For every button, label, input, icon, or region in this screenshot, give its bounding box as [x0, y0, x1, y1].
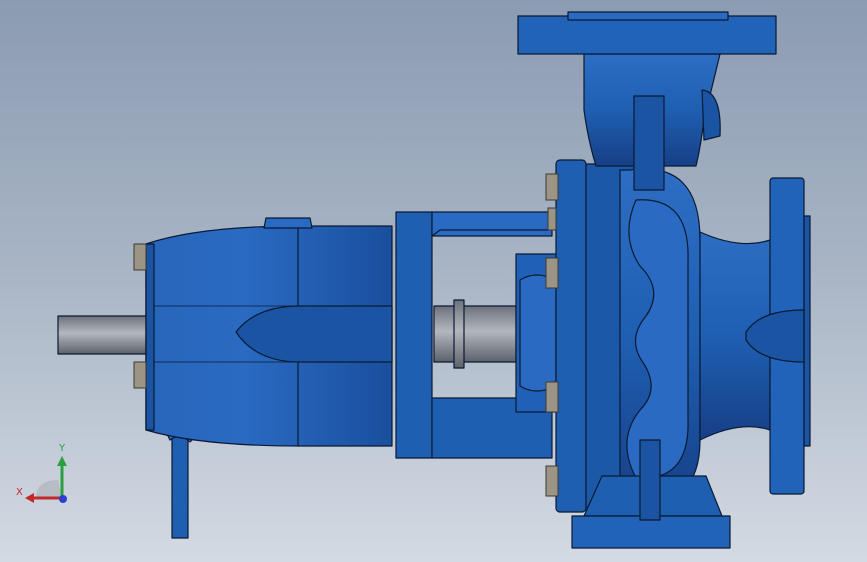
drive-shaft[interactable] [57, 315, 149, 355]
casing-flange[interactable] [555, 159, 587, 513]
housing-slot [235, 305, 393, 363]
pump-model[interactable] [0, 0, 867, 562]
bolt[interactable] [545, 381, 559, 413]
triad-plane [36, 480, 62, 498]
reference-triad: X Y [14, 440, 74, 510]
end-cap[interactable] [145, 243, 155, 431]
bolt[interactable] [133, 243, 147, 271]
bolt[interactable] [545, 257, 559, 289]
support-leg[interactable] [171, 427, 189, 539]
x-axis-label: X [16, 487, 23, 498]
housing-boss[interactable] [263, 217, 313, 229]
bolt[interactable] [547, 207, 557, 231]
lantern-frame[interactable] [395, 211, 433, 459]
coupling-shaft[interactable] [433, 305, 517, 363]
bolt[interactable] [545, 173, 559, 201]
bolt[interactable] [133, 361, 147, 389]
discharge-flange[interactable] [517, 15, 777, 55]
y-axis-label: Y [59, 443, 66, 454]
graphics-viewport[interactable]: X Y [0, 0, 867, 562]
bolt[interactable] [545, 465, 559, 497]
z-axis-dot [59, 495, 67, 503]
